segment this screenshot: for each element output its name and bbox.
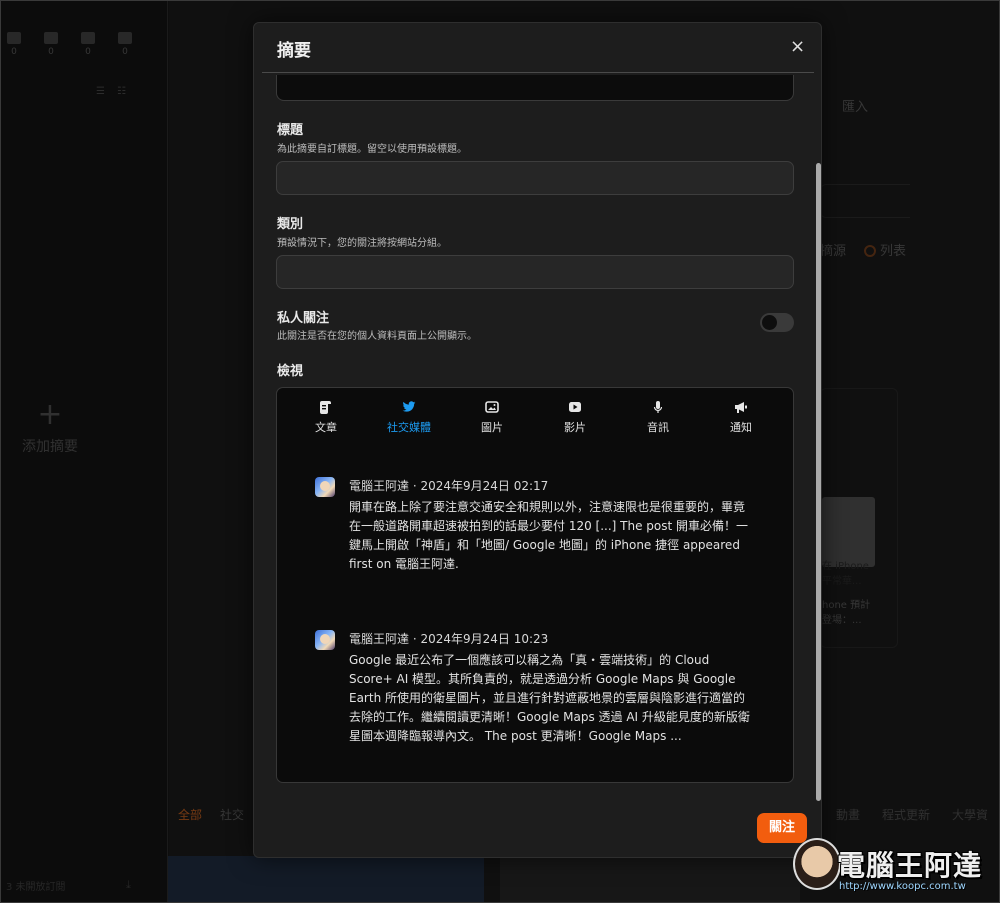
window-frame (0, 0, 1000, 903)
